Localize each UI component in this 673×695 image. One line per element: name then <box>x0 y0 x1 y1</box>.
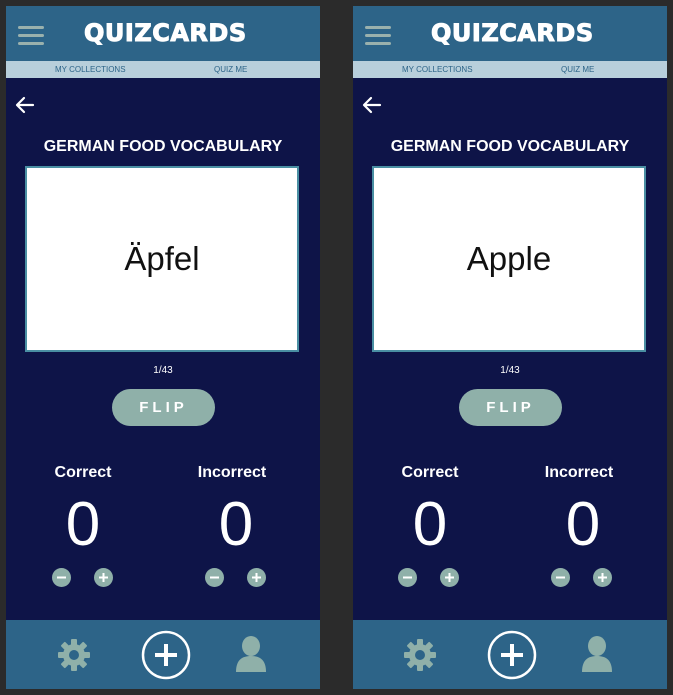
correct-plus-button[interactable] <box>440 568 459 587</box>
bottom-bar <box>353 620 667 689</box>
incorrect-plus-button[interactable] <box>247 568 266 587</box>
card-counter: 1/43 <box>500 365 520 376</box>
minus-icon <box>210 576 219 579</box>
correct-label: Correct <box>54 464 112 481</box>
flashcard-word: Äpfel <box>124 240 200 277</box>
correct-minus-button[interactable] <box>398 568 417 587</box>
card-counter: 1/43 <box>153 365 173 376</box>
nav-my-collections[interactable]: MY COLLECTIONS <box>55 65 126 74</box>
gear-icon[interactable] <box>56 637 92 677</box>
nav-bar: MY COLLECTIONS QUIZ ME <box>353 61 667 78</box>
flip-button[interactable]: FLIP <box>459 389 562 426</box>
deck-title: GERMAN FOOD VOCABULARY <box>43 138 283 155</box>
add-circle-icon[interactable] <box>140 629 192 685</box>
nav-bar: MY COLLECTIONS QUIZ ME <box>6 61 320 78</box>
app-logo: QUIZCARDS <box>84 19 247 48</box>
nav-quiz-me[interactable]: QUIZ ME <box>214 65 247 74</box>
flashcard-word: Apple <box>466 240 552 277</box>
flip-button[interactable]: FLIP <box>112 389 215 426</box>
nav-my-collections[interactable]: MY COLLECTIONS <box>402 65 473 74</box>
deck-title: GERMAN FOOD VOCABULARY <box>390 138 630 155</box>
nav-quiz-me[interactable]: QUIZ ME <box>561 65 594 74</box>
add-circle-icon[interactable] <box>486 629 538 685</box>
hamburger-menu-icon[interactable] <box>18 26 44 46</box>
user-icon[interactable] <box>234 635 268 677</box>
plus-icon <box>598 573 607 582</box>
top-bar: QUIZCARDS <box>353 6 667 61</box>
flashcard[interactable]: Äpfel <box>25 166 299 352</box>
correct-count: 0 <box>412 490 448 559</box>
incorrect-minus-button[interactable] <box>551 568 570 587</box>
minus-icon <box>403 576 412 579</box>
user-icon[interactable] <box>580 635 614 677</box>
top-bar: QUIZCARDS <box>6 6 320 61</box>
app-logo: QUIZCARDS <box>431 19 594 48</box>
gear-icon[interactable] <box>402 637 438 677</box>
quiz-screen-front: QUIZCARDS MY COLLECTIONS QUIZ ME GERMAN … <box>6 6 320 689</box>
hamburger-menu-icon[interactable] <box>365 26 391 46</box>
plus-icon <box>99 573 108 582</box>
correct-minus-button[interactable] <box>52 568 71 587</box>
bottom-bar <box>6 620 320 689</box>
back-arrow-icon[interactable] <box>361 94 383 116</box>
correct-count: 0 <box>65 490 101 559</box>
back-arrow-icon[interactable] <box>14 94 36 116</box>
flashcard[interactable]: Apple <box>372 166 646 352</box>
minus-icon <box>57 576 66 579</box>
incorrect-label: Incorrect <box>544 464 614 481</box>
incorrect-plus-button[interactable] <box>593 568 612 587</box>
correct-plus-button[interactable] <box>94 568 113 587</box>
incorrect-label: Incorrect <box>197 464 267 481</box>
correct-label: Correct <box>401 464 459 481</box>
incorrect-minus-button[interactable] <box>205 568 224 587</box>
plus-icon <box>445 573 454 582</box>
incorrect-count: 0 <box>218 490 254 559</box>
quiz-screen-back: QUIZCARDS MY COLLECTIONS QUIZ ME GERMAN … <box>353 6 667 689</box>
incorrect-count: 0 <box>565 490 601 559</box>
plus-icon <box>252 573 261 582</box>
minus-icon <box>556 576 565 579</box>
